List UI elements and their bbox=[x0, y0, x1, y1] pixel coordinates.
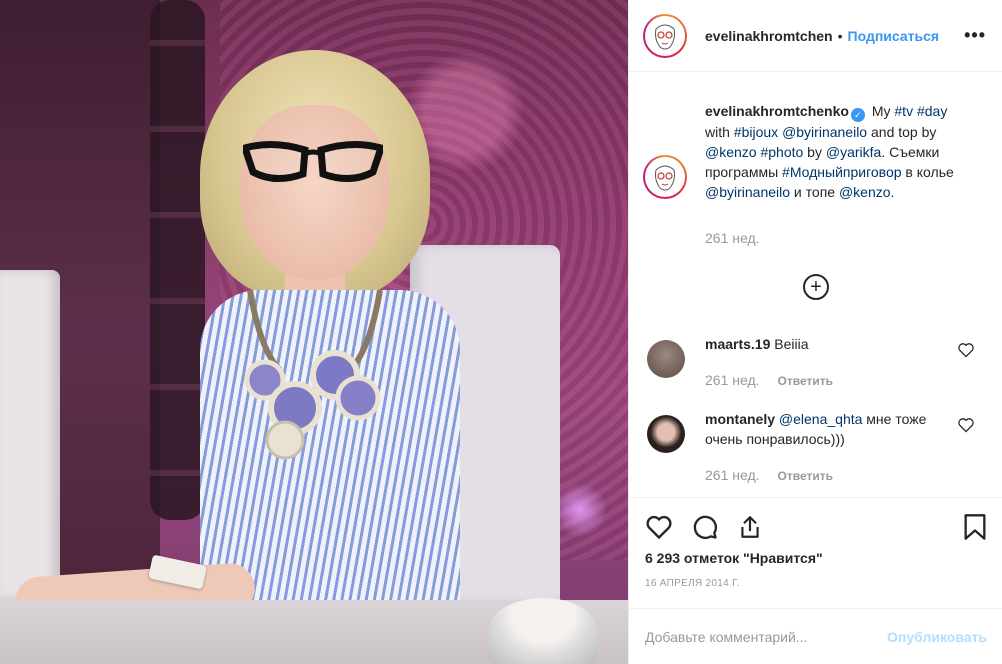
caption-text: evelinakhromtchenko ✓ My #tv #day with #b… bbox=[705, 101, 961, 202]
comment-bubble-icon[interactable] bbox=[691, 513, 719, 541]
mention-link[interactable]: @byirinaneilo bbox=[705, 184, 790, 200]
author-username-link[interactable]: evelinakhromtchen bbox=[705, 28, 833, 44]
comment-username-link[interactable]: montanely bbox=[705, 411, 775, 427]
mention-link[interactable]: @kenzo bbox=[705, 144, 757, 160]
post-header: evelinakhromtchen • Подписаться ••• bbox=[629, 0, 1002, 72]
separator-dot: • bbox=[837, 27, 843, 44]
like-comment-heart-icon[interactable] bbox=[957, 342, 975, 358]
caption-text-segment: в колье bbox=[901, 164, 954, 180]
hashtag-link[interactable]: #day bbox=[917, 103, 947, 119]
mention-link[interactable]: @byirinaneilo bbox=[782, 124, 867, 140]
more-options-icon[interactable]: ••• bbox=[964, 25, 986, 46]
publish-comment-button[interactable]: Опубликовать bbox=[887, 629, 987, 645]
caption-text-segment: и топе bbox=[790, 184, 839, 200]
comment-text: Beiiia bbox=[774, 336, 809, 352]
add-comment-bar: Опубликовать bbox=[629, 608, 1002, 664]
verified-badge-icon: ✓ bbox=[850, 108, 865, 122]
likes-count[interactable]: 6 293 отметок "Нравится" bbox=[645, 550, 987, 566]
commenter-avatar[interactable] bbox=[647, 340, 685, 378]
commenter-avatar[interactable] bbox=[647, 415, 685, 453]
comment-timestamp[interactable]: 261 нед. bbox=[705, 467, 760, 483]
like-comment-heart-icon[interactable] bbox=[957, 417, 975, 433]
caption-username-link[interactable]: evelinakhromtchenko bbox=[705, 103, 849, 119]
hashtag-link[interactable]: #photo bbox=[760, 144, 803, 160]
hashtag-link[interactable]: #tv bbox=[894, 103, 913, 119]
hashtag-link[interactable]: #bijoux bbox=[734, 124, 778, 140]
comment-mention-link[interactable]: @elena_qhta bbox=[779, 411, 863, 427]
post-photo[interactable] bbox=[0, 0, 628, 664]
comment-item: maarts.19 Beiiia 261 нед. Ответить bbox=[629, 334, 1002, 391]
caption-text-segment: My bbox=[871, 103, 895, 119]
post-actions: 6 293 отметок "Нравится" 16 апреля 2014 … bbox=[629, 497, 1002, 589]
caption-author-avatar[interactable] bbox=[643, 155, 687, 199]
post-date[interactable]: 16 апреля 2014 г. bbox=[645, 578, 987, 589]
reply-button[interactable]: Ответить bbox=[778, 469, 833, 483]
hashtag-link[interactable]: #Модныйприговор bbox=[782, 164, 902, 180]
caption-text-segment: and top by bbox=[867, 124, 937, 140]
post-side-panel: evelinakhromtchen • Подписаться ••• evel… bbox=[628, 0, 1002, 664]
like-heart-icon[interactable] bbox=[645, 514, 673, 540]
comment-username-link[interactable]: maarts.19 bbox=[705, 336, 770, 352]
mention-link[interactable]: @yarikfa bbox=[826, 144, 881, 160]
load-more-comments-button[interactable]: + bbox=[803, 274, 829, 300]
avatar-sketch-icon bbox=[655, 165, 675, 191]
caption-text-segment: . bbox=[890, 184, 895, 200]
avatar-sketch-icon bbox=[655, 24, 675, 49]
caption-text-segment: with bbox=[705, 124, 734, 140]
comments-list[interactable]: evelinakhromtchenko ✓ My #tv #day with #b… bbox=[629, 73, 1002, 497]
bookmark-save-icon[interactable] bbox=[963, 513, 987, 541]
follow-button[interactable]: Подписаться bbox=[848, 28, 940, 44]
reply-button[interactable]: Ответить bbox=[778, 374, 833, 388]
instagram-post: evelinakhromtchen • Подписаться ••• evel… bbox=[0, 0, 1002, 664]
comment-timestamp[interactable]: 261 нед. bbox=[705, 372, 760, 388]
share-icon[interactable] bbox=[737, 514, 763, 540]
author-avatar[interactable] bbox=[643, 13, 687, 58]
mention-link[interactable]: @kenzo bbox=[839, 184, 891, 200]
comment-input[interactable] bbox=[645, 628, 888, 645]
post-caption: evelinakhromtchenko ✓ My #tv #day with #b… bbox=[629, 73, 1002, 248]
caption-timestamp[interactable]: 261 нед. bbox=[705, 228, 961, 248]
caption-text-segment: by bbox=[803, 144, 826, 160]
comment-item: montanely @elena_qhta мне тоже очень пон… bbox=[629, 409, 1002, 486]
